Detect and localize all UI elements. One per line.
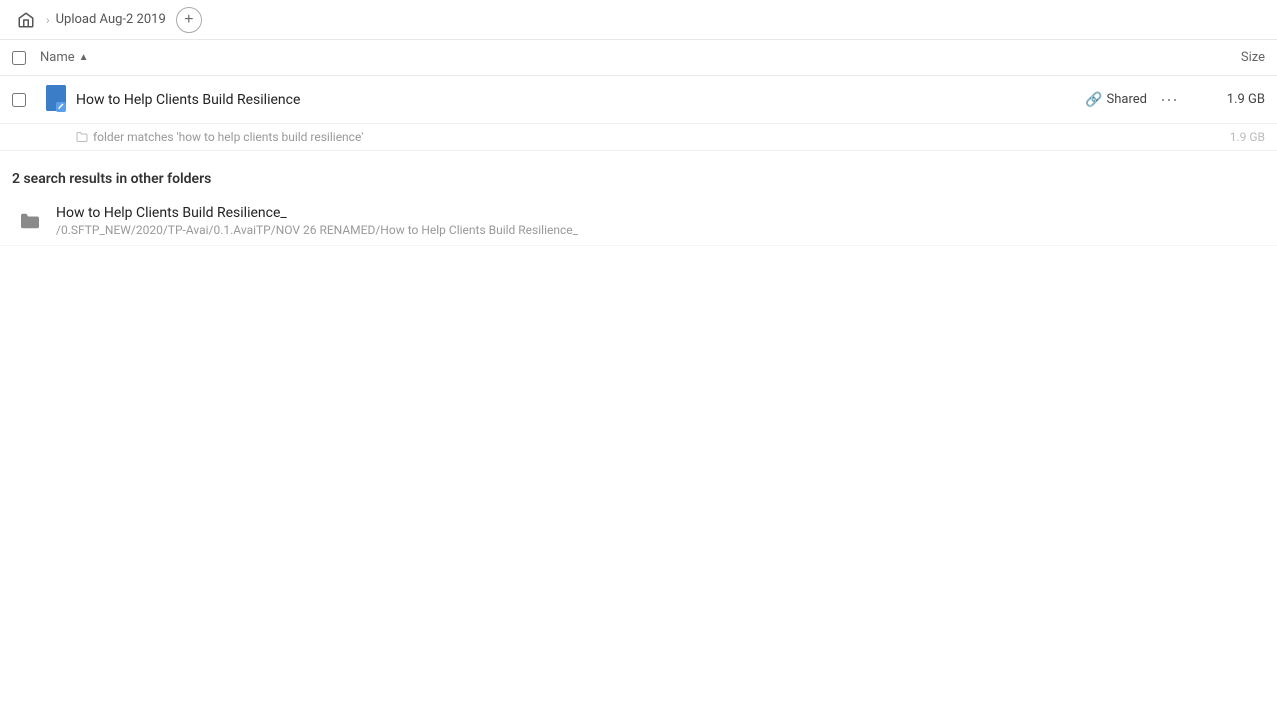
- file-actions: 🔗 Shared ···: [1085, 86, 1183, 114]
- match-hint-size: 1.9 GB: [1195, 130, 1265, 144]
- link-icon: 🔗: [1085, 92, 1102, 108]
- sort-arrow-icon: ▲: [79, 52, 89, 63]
- other-result-name: How to Help Clients Build Resilience_: [56, 205, 1265, 221]
- match-hint-text: folder matches 'how to help clients buil…: [93, 130, 363, 144]
- other-result-path: /0.SFTP_NEW/2020/TP-Avai/0.1.AvaiTP/NOV …: [56, 223, 1265, 237]
- folder-icon-wrap: [12, 212, 48, 230]
- match-hint-row: folder matches 'how to help clients buil…: [0, 124, 1277, 151]
- home-icon: [17, 11, 35, 29]
- other-result-row[interactable]: How to Help Clients Build Resilience_ /0…: [0, 197, 1277, 246]
- file-size: 1.9 GB: [1195, 92, 1265, 107]
- shared-label: Shared: [1107, 92, 1147, 107]
- home-button[interactable]: [12, 6, 40, 34]
- file-icon-wrap: [40, 84, 76, 116]
- other-results-list: How to Help Clients Build Resilience_ /0…: [0, 197, 1277, 246]
- column-header-row: Name ▲ Size: [0, 40, 1277, 76]
- size-column-header: Size: [1185, 50, 1265, 65]
- folder-small-icon: [76, 131, 88, 143]
- select-all-checkbox[interactable]: [12, 51, 26, 65]
- other-result-info: How to Help Clients Build Resilience_ /0…: [56, 205, 1265, 237]
- file-row[interactable]: How to Help Clients Build Resilience 🔗 S…: [0, 76, 1277, 124]
- shared-badge: 🔗 Shared: [1085, 92, 1147, 108]
- file-checkbox[interactable]: [12, 93, 26, 107]
- folder-icon: [19, 212, 41, 230]
- file-checkbox-area[interactable]: [12, 93, 40, 107]
- breadcrumb-separator: ›: [46, 13, 50, 27]
- file-name: How to Help Clients Build Resilience: [76, 92, 1085, 108]
- name-column-header[interactable]: Name ▲: [40, 50, 1185, 65]
- add-button[interactable]: +: [176, 7, 202, 33]
- more-options-button[interactable]: ···: [1155, 86, 1183, 114]
- other-folders-header: 2 search results in other folders: [0, 151, 1277, 197]
- document-icon: [44, 84, 72, 116]
- breadcrumb-item[interactable]: Upload Aug-2 2019: [56, 12, 166, 27]
- breadcrumb-bar: › Upload Aug-2 2019 +: [0, 0, 1277, 40]
- select-all-checkbox-area[interactable]: [12, 51, 40, 65]
